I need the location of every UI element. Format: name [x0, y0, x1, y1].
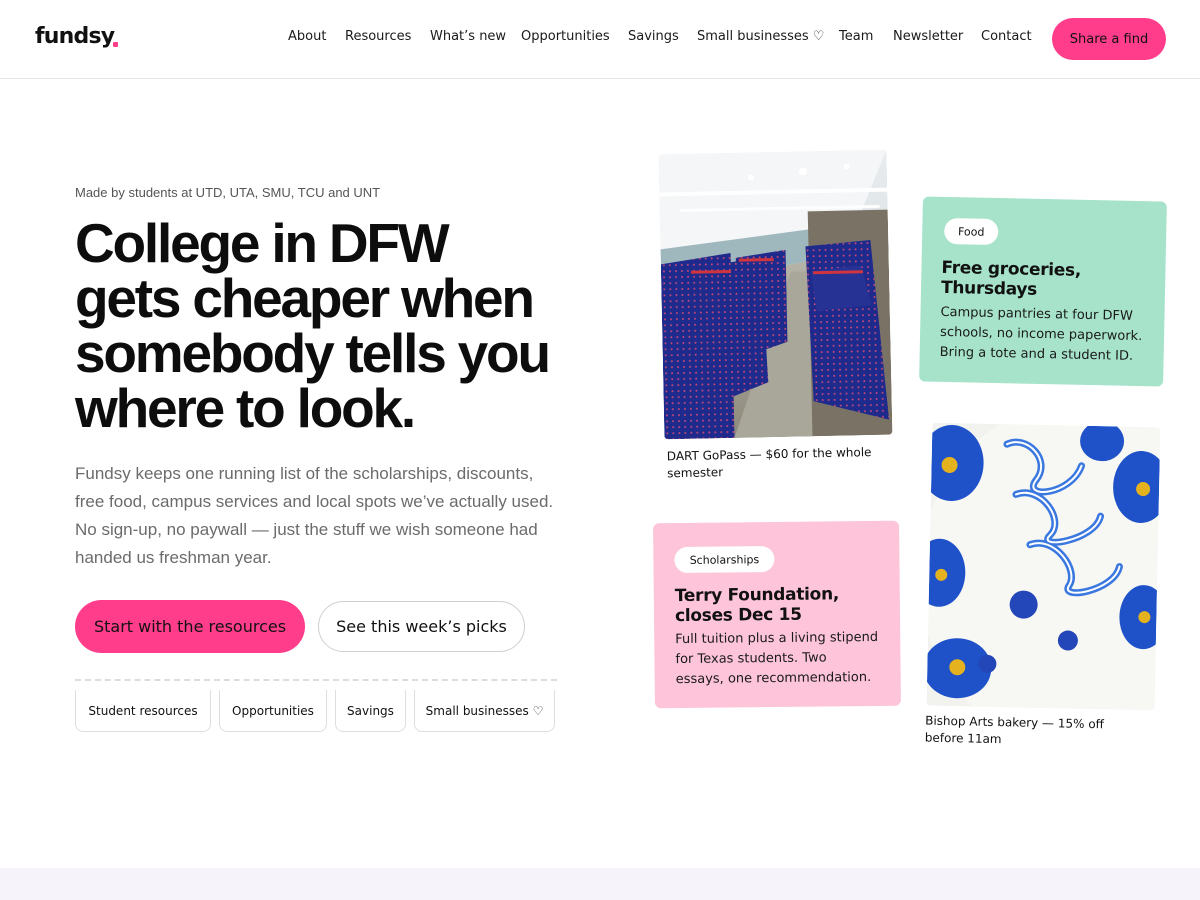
train-interior-photo: [658, 149, 893, 440]
next-section-band: [0, 868, 1200, 900]
food-card[interactable]: Food Free groceries, Thursdays Campus pa…: [919, 196, 1167, 387]
logo[interactable]: fundsy: [35, 24, 115, 49]
nav-resources[interactable]: Resources: [345, 29, 411, 44]
chip-opportunities[interactable]: Opportunities: [219, 690, 327, 732]
food-title: Free groceries, Thursdays: [941, 258, 1162, 303]
nav-opportunities[interactable]: Opportunities: [521, 29, 610, 44]
cake-caption: Bishop Arts bakery — 15% off before 11am: [925, 713, 1158, 752]
headline-line: College in DFW: [75, 212, 450, 274]
hero-eyebrow: Made by students at UTD, UTA, SMU, TCU a…: [75, 185, 381, 200]
train-photo-art: [658, 149, 893, 440]
caption-line: semester: [667, 465, 724, 481]
nav-team[interactable]: Team: [839, 29, 873, 44]
nav-savings[interactable]: Savings: [628, 29, 679, 44]
nav-newsletter[interactable]: Newsletter: [893, 29, 963, 44]
train-caption: DART GoPass — $60 for the whole semester: [667, 444, 898, 483]
hero-headline: College in DFW gets cheaper when somebod…: [75, 216, 595, 436]
headline-line: somebody tells you: [75, 322, 551, 384]
nav-whats-new[interactable]: What’s new: [430, 29, 506, 44]
nav-small-businesses[interactable]: Small businesses ♡: [697, 29, 824, 44]
title-line: closes Dec 15: [674, 604, 802, 627]
title-line: Terry Foundation,: [674, 584, 840, 607]
caption-line: before 11am: [924, 730, 1002, 747]
site-header: fundsy About Resources What’s new Opport…: [0, 0, 1200, 79]
chip-savings[interactable]: Savings: [335, 690, 406, 732]
body-line: Full tuition plus a living stipend: [675, 629, 879, 648]
food-body: Campus pantries at four DFW schools, no …: [939, 303, 1160, 368]
scholarship-card[interactable]: Scholarships Terry Foundation, closes De…: [653, 520, 901, 709]
cake-photo: [926, 422, 1161, 711]
logo-dot: [113, 42, 118, 47]
hero-lede: Fundsy keeps one running list of the sch…: [75, 464, 554, 567]
nav-about[interactable]: About: [288, 29, 326, 44]
cake-photo-art: [926, 422, 1161, 711]
chip-small-businesses[interactable]: Small businesses ♡: [414, 690, 555, 732]
dashed-divider: [75, 679, 557, 681]
body-line: Bring a tote and a student ID.: [939, 344, 1134, 364]
start-with-resources-button[interactable]: Start with the resources: [75, 600, 305, 653]
share-a-find-button[interactable]: Share a find: [1052, 18, 1166, 60]
headline-line: where to look.: [75, 377, 416, 439]
scholarship-title: Terry Foundation, closes Dec 15: [675, 584, 895, 626]
nav-contact[interactable]: Contact: [981, 29, 1032, 44]
scholarship-body: Full tuition plus a living stipend for T…: [675, 628, 901, 690]
cake-card[interactable]: Bishop Arts bakery — 15% off before 11am: [923, 421, 1166, 756]
headline-line: gets cheaper when: [75, 267, 535, 329]
body-line: for Texas students. Two: [675, 650, 827, 668]
scholarships-tag: Scholarships: [674, 546, 775, 574]
food-tag: Food: [943, 217, 999, 246]
train-card[interactable]: DART GoPass — $60 for the whole semester: [656, 148, 898, 493]
chip-student-resources[interactable]: Student resources: [75, 690, 211, 732]
see-weekly-picks-button[interactable]: See this week’s picks: [318, 601, 525, 652]
title-line: Thursdays: [940, 277, 1038, 300]
body-line: essays, one recommendation.: [675, 670, 872, 688]
